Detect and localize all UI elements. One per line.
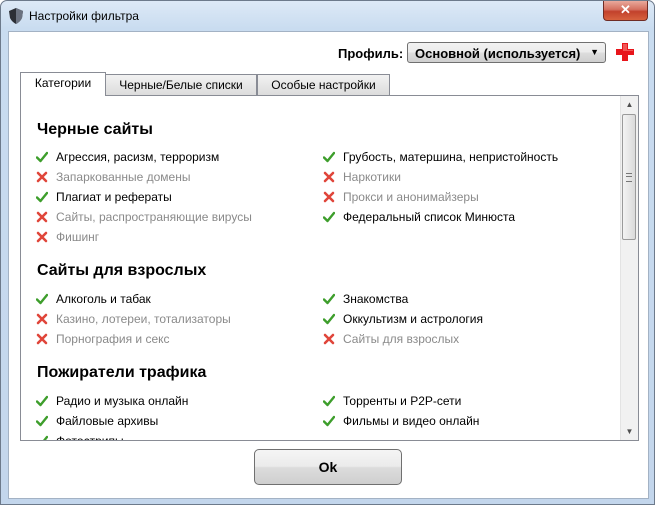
category-label: Знакомства	[343, 292, 409, 306]
check-icon	[36, 191, 48, 203]
check-icon	[323, 415, 335, 427]
plus-icon[interactable]	[616, 43, 634, 61]
chevron-down-icon: ▼	[590, 47, 599, 57]
cross-icon	[36, 211, 48, 223]
tab-special-settings[interactable]: Особые настройки	[257, 74, 390, 95]
shield-icon	[9, 8, 23, 24]
section-title-black-sites: Черные сайты	[37, 121, 153, 138]
section-title-traffic-eaters: Пожиратели трафика	[37, 364, 207, 381]
category-label: Торренты и P2P-сети	[343, 394, 462, 408]
category-label: Алкоголь и табак	[56, 292, 151, 306]
cross-icon	[36, 171, 48, 183]
profile-dropdown[interactable]: Основной (используется) ▼	[407, 42, 606, 63]
section-title-adult-sites: Сайты для взрослых	[37, 262, 207, 279]
scrollbar-thumb[interactable]	[622, 114, 636, 240]
category-label: Фотострипы	[56, 434, 124, 441]
scroll-up-icon[interactable]: ▲	[621, 96, 638, 113]
check-icon	[323, 293, 335, 305]
check-icon	[36, 293, 48, 305]
cross-icon	[323, 191, 335, 203]
cross-icon	[36, 313, 48, 325]
check-icon	[323, 151, 335, 163]
check-icon	[36, 395, 48, 407]
profile-label: Профиль:	[338, 46, 404, 61]
vertical-scrollbar[interactable]: ▲ ▼	[620, 96, 638, 440]
category-label: Прокси и анонимайзеры	[343, 190, 479, 204]
category-label: Оккультизм и астрология	[343, 312, 483, 326]
category-label: Казино, лотереи, тотализаторы	[56, 312, 231, 326]
close-button[interactable]: ✕	[603, 1, 648, 21]
profile-value: Основной (используется)	[415, 46, 581, 61]
category-label: Федеральный список Минюста	[343, 210, 516, 224]
dialog-body: Профиль: Основной (используется) ▼ Катег…	[8, 31, 649, 499]
category-label: Радио и музыка онлайн	[56, 394, 189, 408]
title-bar[interactable]: Настройки фильтра ✕	[1, 1, 654, 31]
window-title: Настройки фильтра	[29, 9, 139, 23]
check-icon	[43, 435, 48, 440]
category-label: Порнография и секс	[56, 332, 170, 346]
check-icon	[323, 211, 335, 223]
category-label: Фишинг	[56, 230, 100, 244]
grip-icon	[626, 173, 632, 182]
category-label: Фильмы и видео онлайн	[343, 414, 480, 428]
ok-button[interactable]: Ok	[254, 449, 402, 485]
check-icon	[323, 395, 335, 407]
category-label: Файловые архивы	[56, 414, 159, 428]
cross-icon	[323, 333, 335, 345]
check-icon	[36, 151, 48, 163]
filter-settings-window: Настройки фильтра ✕ Профиль: Основной (и…	[0, 0, 655, 505]
category-label: Сайты для взрослых	[343, 332, 460, 346]
cross-icon	[36, 333, 48, 345]
category-label: Агрессия, расизм, терроризм	[56, 150, 220, 164]
category-label: Запаркованные домены	[56, 170, 191, 184]
tab-black-white-lists[interactable]: Черные/Белые списки	[105, 74, 257, 95]
categories-panel: Черные сайты Сайты для взрослых Пожирате…	[20, 95, 639, 441]
scroll-down-icon[interactable]: ▼	[621, 423, 638, 440]
category-label: Плагиат и рефераты	[56, 190, 172, 204]
check-icon	[323, 313, 335, 325]
category-label: Сайты, распространяющие вирусы	[56, 210, 252, 224]
check-icon	[36, 415, 48, 427]
cross-icon	[323, 171, 335, 183]
category-label: Наркотики	[343, 170, 401, 184]
tab-categories[interactable]: Категории	[20, 72, 106, 96]
category-label: Грубость, матершина, непристойность	[343, 150, 559, 164]
cross-icon	[36, 231, 48, 243]
